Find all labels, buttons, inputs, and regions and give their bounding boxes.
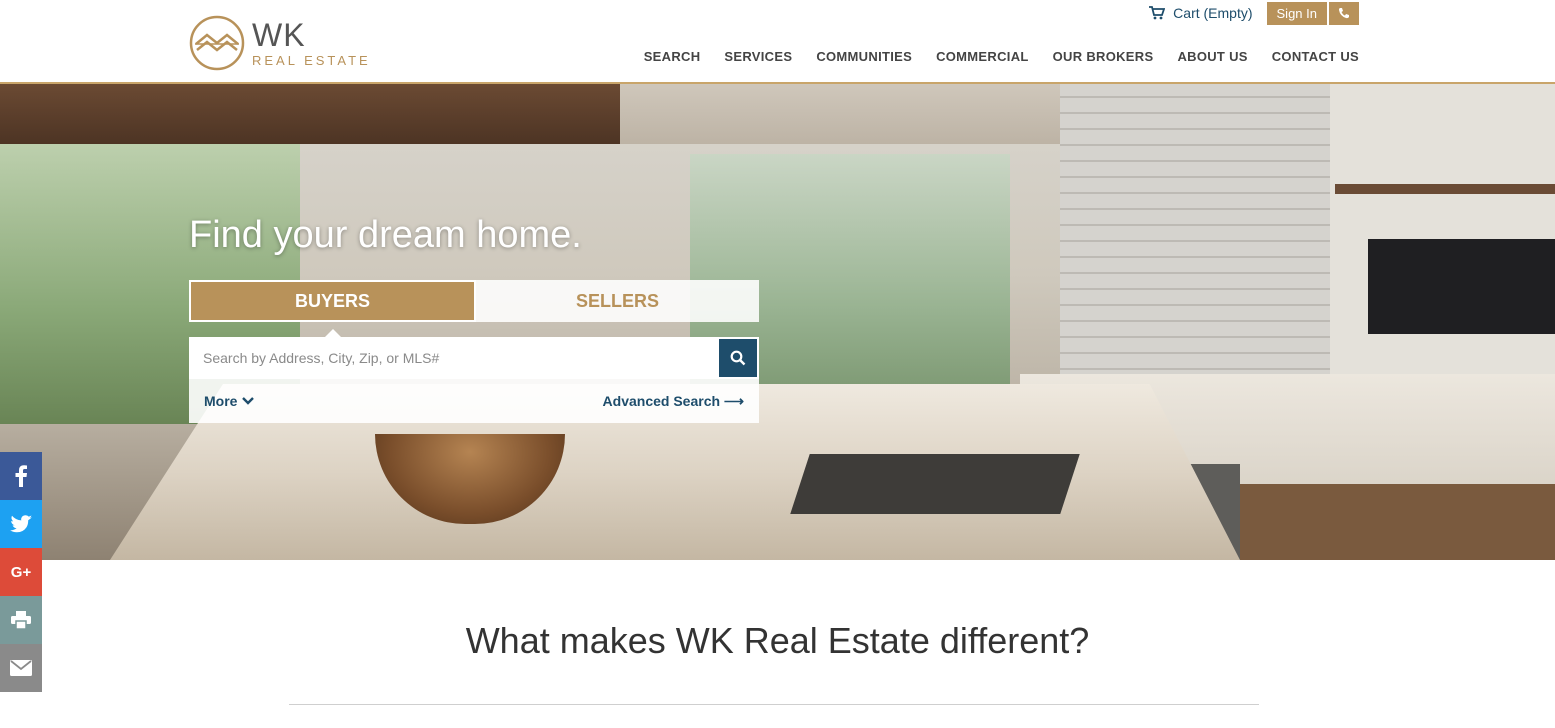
search-tabs: BUYERS SELLERS: [189, 280, 759, 322]
cart-label: Cart (Empty): [1173, 5, 1253, 21]
section-heading: What makes WK Real Estate different?: [465, 620, 1090, 661]
hero-photo-right-wall: [1330, 84, 1555, 384]
email-icon: [10, 660, 32, 676]
hero-photo-stone-wall: [1060, 84, 1330, 384]
logo-mark-icon: [189, 15, 245, 71]
search-icon: [730, 350, 746, 366]
facebook-icon: [15, 465, 27, 487]
hero-photo-floor: [1240, 484, 1555, 560]
hero-photo-shelf: [1335, 184, 1555, 194]
cart-icon: [1149, 6, 1166, 20]
logo-subtitle: REAL ESTATE: [252, 52, 371, 68]
cart-link[interactable]: Cart (Empty): [1149, 5, 1253, 21]
google-plus-icon: G+: [10, 563, 32, 581]
site-header: WK REAL ESTATE Cart (Empty) Sign In SEAR…: [0, 0, 1555, 84]
search-panel: More Advanced Search ⟶: [189, 337, 759, 423]
hero-photo-beam: [0, 84, 620, 144]
hero-photo-sink: [790, 454, 1080, 514]
more-options-toggle[interactable]: More: [204, 393, 255, 409]
logo-name: WK: [252, 16, 306, 53]
hero-photo-tv: [1368, 239, 1555, 334]
nav-search[interactable]: SEARCH: [644, 49, 701, 64]
top-utility-bar: Cart (Empty) Sign In: [1149, 1, 1359, 25]
nav-services[interactable]: SERVICES: [724, 49, 792, 64]
chevron-down-icon: [242, 397, 255, 405]
search-input[interactable]: [189, 337, 717, 379]
phone-icon: [1338, 8, 1349, 19]
hero-banner: Find your dream home. BUYERS SELLERS Mor…: [0, 84, 1555, 560]
nav-contact-us[interactable]: CONTACT US: [1272, 49, 1359, 64]
hero-title: Find your dream home.: [189, 214, 582, 256]
tab-buyers[interactable]: BUYERS: [189, 280, 476, 322]
section-divider: [289, 704, 1259, 705]
search-row: [189, 337, 759, 379]
nav-communities[interactable]: COMMUNITIES: [816, 49, 912, 64]
tab-sellers[interactable]: SELLERS: [476, 280, 759, 322]
main-nav: SEARCH SERVICES COMMUNITIES COMMERCIAL O…: [620, 49, 1359, 64]
advanced-search-link[interactable]: Advanced Search ⟶: [603, 393, 744, 410]
nav-our-brokers[interactable]: OUR BROKERS: [1053, 49, 1154, 64]
site-logo[interactable]: WK REAL ESTATE: [188, 14, 371, 72]
active-tab-caret: [325, 329, 341, 337]
phone-button[interactable]: [1329, 1, 1359, 25]
nav-commercial[interactable]: COMMERCIAL: [936, 49, 1029, 64]
search-button[interactable]: [719, 339, 757, 377]
more-label: More: [204, 393, 238, 409]
nav-about-us[interactable]: ABOUT US: [1177, 49, 1247, 64]
google-plus-share-button[interactable]: G+: [0, 548, 42, 596]
twitter-icon: [10, 515, 32, 533]
twitter-share-button[interactable]: [0, 500, 42, 548]
sign-in-button[interactable]: Sign In: [1266, 1, 1327, 25]
facebook-share-button[interactable]: [0, 452, 42, 500]
